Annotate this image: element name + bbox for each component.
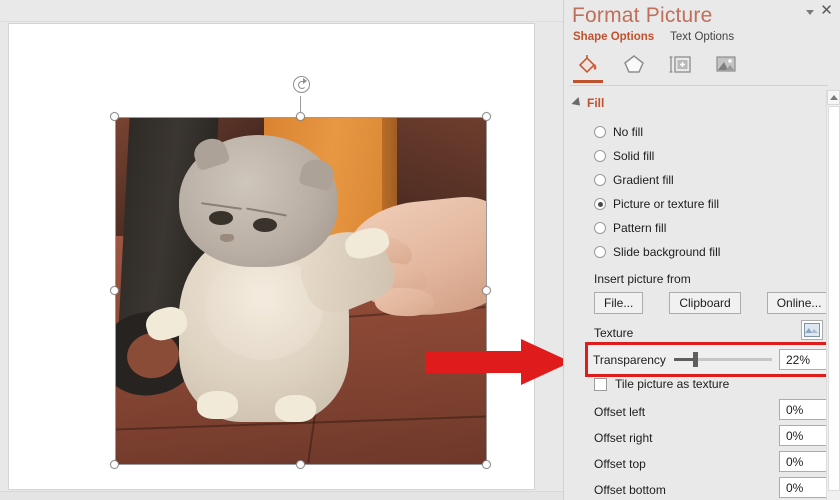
radio-label: No fill <box>613 125 644 139</box>
tab-text-options[interactable]: Text Options <box>670 31 734 45</box>
fill-section-header[interactable]: Fill <box>571 96 605 110</box>
radio-label: Slide background fill <box>613 245 721 259</box>
photo-cat-paw <box>197 391 239 419</box>
close-icon[interactable]: ✕ <box>819 3 834 19</box>
panel-title: Format Picture <box>572 4 713 27</box>
offset-top-label: Offset top <box>594 457 646 471</box>
offset-right-value: 0% <box>786 428 804 443</box>
transparency-label: Transparency <box>593 353 666 367</box>
radio-slide-background-fill[interactable]: Slide background fill <box>594 240 720 264</box>
resize-handle-bottom-left[interactable] <box>110 460 119 469</box>
texture-label: Texture <box>594 326 634 340</box>
resize-handle-top-left[interactable] <box>110 112 119 121</box>
radio-indicator <box>594 198 606 210</box>
format-picture-panel: Format Picture ✕ Shape Options Text Opti… <box>563 0 840 500</box>
radio-indicator <box>594 222 606 234</box>
radio-indicator <box>594 246 606 258</box>
offset-top-row: Offset top <box>594 455 646 473</box>
scroll-up-button[interactable] <box>827 90 840 105</box>
offset-bottom-label: Offset bottom <box>594 483 666 497</box>
resize-handle-middle-right[interactable] <box>482 286 491 295</box>
slide-workspace <box>0 0 563 500</box>
panel-divider <box>570 85 828 86</box>
offset-left-label: Offset left <box>594 405 646 419</box>
transparency-slider[interactable] <box>674 352 772 367</box>
tile-picture-checkbox-row[interactable]: Tile picture as texture <box>594 377 729 391</box>
red-arrow-annotation <box>425 339 571 385</box>
transparency-value: 22% <box>786 352 811 367</box>
selected-picture[interactable] <box>115 117 487 465</box>
radio-picture-or-texture-fill[interactable]: Picture or texture fill <box>594 192 720 216</box>
offset-left-value: 0% <box>786 402 804 417</box>
slider-thumb[interactable] <box>692 352 698 367</box>
option-tabs: Shape Options Text Options <box>573 31 734 45</box>
resize-handle-bottom-right[interactable] <box>482 460 491 469</box>
fill-bucket-icon[interactable] <box>573 50 603 78</box>
powerpoint-window: Format Picture ✕ Shape Options Text Opti… <box>0 0 840 500</box>
resize-handle-top-right[interactable] <box>482 112 491 121</box>
photo-cat-paw <box>275 394 316 423</box>
slide-canvas[interactable] <box>8 23 535 490</box>
texture-swatch-icon[interactable] <box>801 320 823 340</box>
insert-picture-from-label: Insert picture from <box>594 272 691 286</box>
radio-no-fill[interactable]: No fill <box>594 120 720 144</box>
radio-label: Picture or texture fill <box>613 197 720 211</box>
bottom-strip <box>0 491 563 500</box>
active-category-indicator <box>573 80 603 83</box>
size-layout-icon[interactable] <box>665 50 695 78</box>
radio-indicator <box>594 150 606 162</box>
offset-bottom-row: Offset bottom <box>594 481 666 499</box>
top-toolbar-strip <box>0 0 563 22</box>
rotate-handle-arrow <box>303 78 307 84</box>
panel-scrollbar[interactable] <box>826 90 840 500</box>
resize-handle-middle-left[interactable] <box>110 286 119 295</box>
tab-shape-options[interactable]: Shape Options <box>573 31 654 45</box>
expand-triangle-icon <box>571 96 584 110</box>
radio-label: Pattern fill <box>613 221 667 235</box>
insert-from-file-button[interactable]: File... <box>594 292 644 314</box>
scrollbar-thumb[interactable] <box>828 106 840 491</box>
tile-picture-label: Tile picture as texture <box>615 377 730 391</box>
radio-label: Solid fill <box>613 149 655 163</box>
checkbox-indicator <box>594 377 607 391</box>
insert-picture-buttons: File... Clipboard Online... <box>594 292 832 314</box>
photo-cat-eye <box>208 211 233 226</box>
radio-indicator <box>594 174 606 186</box>
offset-top-value: 0% <box>786 454 804 469</box>
offset-left-row: Offset left <box>594 403 645 421</box>
fill-section-label: Fill <box>587 96 605 110</box>
offset-right-label: Offset right <box>594 431 653 445</box>
picture-icon[interactable] <box>711 50 741 78</box>
fill-options-group: No fill Solid fill Gradient fill Picture… <box>594 120 720 264</box>
radio-gradient-fill[interactable]: Gradient fill <box>594 168 720 192</box>
radio-indicator <box>594 126 606 138</box>
chevron-down-icon[interactable] <box>806 10 814 15</box>
radio-pattern-fill[interactable]: Pattern fill <box>594 216 720 240</box>
resize-handle-top-center[interactable] <box>296 112 305 121</box>
category-icon-row <box>573 50 741 78</box>
resize-handle-bottom-center[interactable] <box>296 460 305 469</box>
insert-from-online-button[interactable]: Online... <box>766 292 832 314</box>
radio-label: Gradient fill <box>613 173 674 187</box>
cat-photo-image <box>116 118 486 464</box>
effects-pentagon-icon[interactable] <box>619 50 649 78</box>
offset-bottom-value: 0% <box>786 480 804 495</box>
offset-right-row: Offset right <box>594 429 652 447</box>
insert-from-clipboard-button[interactable]: Clipboard <box>669 292 741 314</box>
rotate-handle-icon[interactable] <box>293 76 310 93</box>
radio-solid-fill[interactable]: Solid fill <box>594 144 720 168</box>
